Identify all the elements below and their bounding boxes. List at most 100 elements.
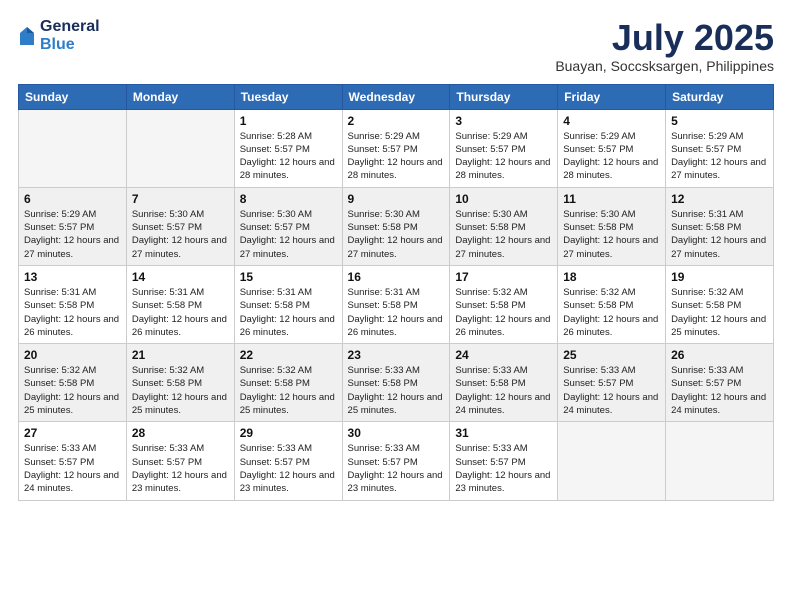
calendar-body: 1 Sunrise: 5:28 AM Sunset: 5:57 PM Daylig…: [19, 109, 774, 500]
logo-icon: [18, 25, 36, 47]
day-info: Sunrise: 5:33 AM Sunset: 5:57 PM Dayligh…: [348, 442, 445, 495]
logo: General Blue: [18, 18, 100, 53]
calendar-day-cell: 17Sunrise: 5:32 AM Sunset: 5:58 PM Dayli…: [450, 265, 558, 343]
weekday-header-cell: Sunday: [19, 84, 127, 109]
weekday-header-cell: Saturday: [666, 84, 774, 109]
calendar-day-cell: 5Sunrise: 5:29 AM Sunset: 5:57 PM Daylig…: [666, 109, 774, 187]
location: Buayan, Soccsksargen, Philippines: [555, 58, 774, 74]
day-info: Sunrise: 5:30 AM Sunset: 5:58 PM Dayligh…: [563, 208, 660, 261]
title-block: July 2025 Buayan, Soccsksargen, Philippi…: [555, 18, 774, 74]
day-info: Sunrise: 5:31 AM Sunset: 5:58 PM Dayligh…: [671, 208, 768, 261]
day-number: 12: [671, 192, 768, 206]
weekday-header-cell: Thursday: [450, 84, 558, 109]
calendar-day-cell: 23Sunrise: 5:33 AM Sunset: 5:58 PM Dayli…: [342, 344, 450, 422]
day-number: 30: [348, 426, 445, 440]
calendar-day-cell: 21Sunrise: 5:32 AM Sunset: 5:58 PM Dayli…: [126, 344, 234, 422]
day-number: 3: [455, 114, 552, 128]
calendar-day-cell: 25 Sunrise: 5:33 AM Sunset: 5:57 PM Dayli…: [558, 344, 666, 422]
day-info: Sunrise: 5:33 AM Sunset: 5:57 PM Dayligh…: [24, 442, 121, 495]
day-info: Sunrise: 5:33 AM Sunset: 5:57 PM Dayligh…: [132, 442, 229, 495]
day-number: 28: [132, 426, 229, 440]
calendar-day-cell: 28 Sunrise: 5:33 AM Sunset: 5:57 PM Dayli…: [126, 422, 234, 500]
day-info: Sunrise: 5:29 AM Sunset: 5:57 PM Dayligh…: [563, 130, 660, 183]
day-number: 8: [240, 192, 337, 206]
weekday-header-cell: Friday: [558, 84, 666, 109]
logo-blue: Blue: [40, 36, 100, 54]
day-number: 21: [132, 348, 229, 362]
calendar-day-cell: 19Sunrise: 5:32 AM Sunset: 5:58 PM Dayli…: [666, 265, 774, 343]
calendar-week-row: 6Sunrise: 5:29 AM Sunset: 5:57 PM Daylig…: [19, 187, 774, 265]
day-number: 6: [24, 192, 121, 206]
calendar-day-cell: 16 Sunrise: 5:31 AM Sunset: 5:58 PM Dayli…: [342, 265, 450, 343]
day-number: 31: [455, 426, 552, 440]
day-info: Sunrise: 5:28 AM Sunset: 5:57 PM Dayligh…: [240, 130, 337, 183]
weekday-header-row: SundayMondayTuesdayWednesdayThursdayFrid…: [19, 84, 774, 109]
day-number: 9: [348, 192, 445, 206]
calendar-week-row: 1 Sunrise: 5:28 AM Sunset: 5:57 PM Daylig…: [19, 109, 774, 187]
day-info: Sunrise: 5:31 AM Sunset: 5:58 PM Dayligh…: [132, 286, 229, 339]
month-title: July 2025: [555, 18, 774, 58]
day-info: Sunrise: 5:33 AM Sunset: 5:57 PM Dayligh…: [455, 442, 552, 495]
day-number: 16: [348, 270, 445, 284]
calendar-day-cell: 11 Sunrise: 5:30 AM Sunset: 5:58 PM Dayli…: [558, 187, 666, 265]
calendar-day-cell: 15 Sunrise: 5:31 AM Sunset: 5:58 PM Dayli…: [234, 265, 342, 343]
calendar-week-row: 13 Sunrise: 5:31 AM Sunset: 5:58 PM Dayli…: [19, 265, 774, 343]
day-info: Sunrise: 5:32 AM Sunset: 5:58 PM Dayligh…: [563, 286, 660, 339]
calendar-day-cell: 22 Sunrise: 5:32 AM Sunset: 5:58 PM Dayli…: [234, 344, 342, 422]
day-number: 24: [455, 348, 552, 362]
calendar-week-row: 20 Sunrise: 5:32 AM Sunset: 5:58 PM Dayli…: [19, 344, 774, 422]
day-number: 13: [24, 270, 121, 284]
day-number: 11: [563, 192, 660, 206]
calendar-day-cell: 10 Sunrise: 5:30 AM Sunset: 5:58 PM Dayli…: [450, 187, 558, 265]
calendar-day-cell: 6Sunrise: 5:29 AM Sunset: 5:57 PM Daylig…: [19, 187, 127, 265]
day-info: Sunrise: 5:31 AM Sunset: 5:58 PM Dayligh…: [348, 286, 445, 339]
day-number: 15: [240, 270, 337, 284]
day-number: 26: [671, 348, 768, 362]
day-number: 29: [240, 426, 337, 440]
day-info: Sunrise: 5:33 AM Sunset: 5:58 PM Dayligh…: [455, 364, 552, 417]
day-info: Sunrise: 5:30 AM Sunset: 5:58 PM Dayligh…: [348, 208, 445, 261]
day-number: 4: [563, 114, 660, 128]
day-info: Sunrise: 5:29 AM Sunset: 5:57 PM Dayligh…: [455, 130, 552, 183]
day-info: Sunrise: 5:32 AM Sunset: 5:58 PM Dayligh…: [671, 286, 768, 339]
day-info: Sunrise: 5:31 AM Sunset: 5:58 PM Dayligh…: [240, 286, 337, 339]
calendar-day-cell: 8 Sunrise: 5:30 AM Sunset: 5:57 PM Daylig…: [234, 187, 342, 265]
day-info: Sunrise: 5:30 AM Sunset: 5:57 PM Dayligh…: [240, 208, 337, 261]
day-info: Sunrise: 5:33 AM Sunset: 5:57 PM Dayligh…: [671, 364, 768, 417]
day-number: 10: [455, 192, 552, 206]
calendar: SundayMondayTuesdayWednesdayThursdayFrid…: [18, 84, 774, 501]
day-info: Sunrise: 5:30 AM Sunset: 5:58 PM Dayligh…: [455, 208, 552, 261]
calendar-day-cell: 7Sunrise: 5:30 AM Sunset: 5:57 PM Daylig…: [126, 187, 234, 265]
calendar-day-cell: 30 Sunrise: 5:33 AM Sunset: 5:57 PM Dayli…: [342, 422, 450, 500]
calendar-day-cell: [126, 109, 234, 187]
calendar-day-cell: 9 Sunrise: 5:30 AM Sunset: 5:58 PM Daylig…: [342, 187, 450, 265]
calendar-day-cell: [19, 109, 127, 187]
calendar-day-cell: 24 Sunrise: 5:33 AM Sunset: 5:58 PM Dayli…: [450, 344, 558, 422]
day-number: 22: [240, 348, 337, 362]
calendar-day-cell: 29Sunrise: 5:33 AM Sunset: 5:57 PM Dayli…: [234, 422, 342, 500]
day-info: Sunrise: 5:32 AM Sunset: 5:58 PM Dayligh…: [240, 364, 337, 417]
day-info: Sunrise: 5:32 AM Sunset: 5:58 PM Dayligh…: [24, 364, 121, 417]
day-number: 17: [455, 270, 552, 284]
day-number: 14: [132, 270, 229, 284]
day-number: 7: [132, 192, 229, 206]
calendar-day-cell: 3 Sunrise: 5:29 AM Sunset: 5:57 PM Daylig…: [450, 109, 558, 187]
calendar-day-cell: 26 Sunrise: 5:33 AM Sunset: 5:57 PM Dayli…: [666, 344, 774, 422]
calendar-day-cell: 12 Sunrise: 5:31 AM Sunset: 5:58 PM Dayli…: [666, 187, 774, 265]
calendar-day-cell: [558, 422, 666, 500]
day-number: 27: [24, 426, 121, 440]
weekday-header-cell: Tuesday: [234, 84, 342, 109]
day-number: 20: [24, 348, 121, 362]
day-number: 18: [563, 270, 660, 284]
calendar-day-cell: 18 Sunrise: 5:32 AM Sunset: 5:58 PM Dayli…: [558, 265, 666, 343]
calendar-day-cell: 13Sunrise: 5:31 AM Sunset: 5:58 PM Dayli…: [19, 265, 127, 343]
day-number: 1: [240, 114, 337, 128]
weekday-header-cell: Monday: [126, 84, 234, 109]
calendar-week-row: 27 Sunrise: 5:33 AM Sunset: 5:57 PM Dayli…: [19, 422, 774, 500]
calendar-day-cell: 31 Sunrise: 5:33 AM Sunset: 5:57 PM Dayli…: [450, 422, 558, 500]
logo-general: General: [40, 18, 100, 36]
day-number: 25: [563, 348, 660, 362]
calendar-day-cell: 2Sunrise: 5:29 AM Sunset: 5:57 PM Daylig…: [342, 109, 450, 187]
calendar-day-cell: 14 Sunrise: 5:31 AM Sunset: 5:58 PM Dayli…: [126, 265, 234, 343]
day-info: Sunrise: 5:33 AM Sunset: 5:57 PM Dayligh…: [563, 364, 660, 417]
